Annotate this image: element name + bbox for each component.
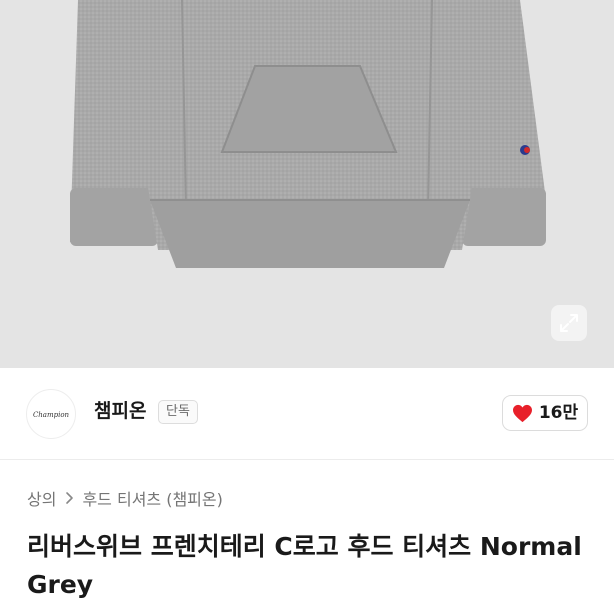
brand-avatar[interactable]: Champion <box>26 389 76 439</box>
breadcrumb-item-subcategory[interactable]: 후드 티셔츠 (챔피온) <box>82 486 222 510</box>
seller-row: Champion 챔피온 단독 16만 <box>0 368 614 460</box>
hoodie-image <box>70 0 546 268</box>
heart-icon <box>512 404 532 422</box>
breadcrumb: 상의 후드 티셔츠 (챔피온) <box>27 486 223 510</box>
chevron-right-icon <box>62 491 76 505</box>
like-button[interactable]: 16만 <box>502 395 588 431</box>
champion-logo: Champion <box>33 411 70 419</box>
breadcrumb-item-category[interactable]: 상의 <box>27 486 56 510</box>
svg-text:Champion: Champion <box>33 411 70 419</box>
expand-arrows-icon <box>560 314 578 332</box>
seller-name[interactable]: 챔피온 <box>94 398 146 424</box>
exclusive-badge: 단독 <box>158 400 198 424</box>
expand-image-button[interactable] <box>551 305 587 341</box>
product-title: 리버스위브 프렌치테리 C로고 후드 티셔츠 Normal Grey <box>27 532 582 599</box>
like-count: 16만 <box>538 403 579 423</box>
product-image-area[interactable] <box>0 0 614 368</box>
